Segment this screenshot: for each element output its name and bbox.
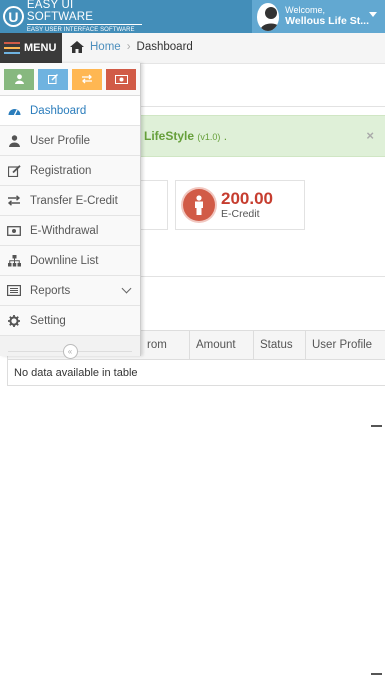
sidebar: Dashboard User Profile Registration Tran…: [0, 63, 141, 359]
money-icon: [114, 74, 128, 84]
sidebar-shortcuts: [0, 63, 140, 96]
page-header-divider: [140, 106, 385, 107]
logo-mark: U: [3, 6, 24, 27]
sidebar-item-label: Setting: [30, 314, 66, 327]
sidebar-item-label: User Profile: [30, 134, 91, 147]
column-header[interactable]: Amount: [189, 331, 253, 359]
alert-trail: .: [223, 129, 228, 143]
shortcut-exchange-button[interactable]: [72, 68, 102, 90]
sidebar-item-downline-list[interactable]: Downline List: [0, 246, 140, 276]
sidebar-item-user-profile[interactable]: User Profile: [0, 126, 140, 156]
sidebar-item-label: Downline List: [30, 254, 99, 267]
sidebar-item-label: E-Withdrawal: [30, 224, 99, 237]
stat-box-partial: [140, 180, 168, 230]
sidebar-item-label: Transfer E-Credit: [30, 194, 118, 207]
edit-icon: [48, 74, 58, 84]
shortcut-edit-button[interactable]: [38, 68, 68, 90]
welcome-alert: LifeStyle (v1.0) . ×: [140, 115, 385, 157]
sitemap-icon: [7, 254, 21, 267]
edit-icon: [7, 164, 21, 177]
e-credit-stat: 200.00 E-Credit: [175, 180, 305, 230]
scrollbar[interactable]: [371, 673, 382, 675]
sidebar-item-label: Registration: [30, 164, 92, 177]
sidebar-item-e-withdrawal[interactable]: E-Withdrawal: [0, 216, 140, 246]
menu-toggle-button[interactable]: MENU: [0, 33, 62, 63]
e-credit-label: E-Credit: [221, 207, 260, 220]
chevron-right-icon: ›: [126, 41, 131, 53]
section-divider: [140, 276, 385, 277]
dashboard-icon: [7, 105, 21, 116]
shortcut-user-button[interactable]: [4, 68, 34, 90]
hamburger-icon: [4, 39, 20, 57]
chevron-down-icon: [121, 283, 132, 294]
alert-version: (v1.0): [197, 132, 221, 142]
avatar: [257, 2, 280, 31]
column-header[interactable]: rom: [141, 331, 189, 359]
list-icon: [7, 285, 21, 296]
sidebar-collapse: «: [0, 336, 140, 366]
sidebar-item-label: Reports: [30, 284, 71, 297]
user-name: Wellous Life St...: [285, 14, 369, 27]
user-avatar-icon: [260, 6, 280, 31]
column-header[interactable]: Status: [253, 331, 305, 359]
user-menu[interactable]: Welcome, Wellous Life St...: [252, 0, 385, 33]
home-icon: [70, 41, 84, 53]
exchange-icon: [7, 195, 21, 206]
column-header[interactable]: User Profile: [305, 331, 385, 359]
user-icon: [7, 134, 21, 147]
breadcrumb-current: Dashboard: [136, 41, 193, 53]
scrollbar[interactable]: [371, 425, 382, 427]
sidebar-item-setting[interactable]: Setting: [0, 306, 140, 336]
top-navbar: U EASY UI SOFTWARE EASY USER INTERFACE S…: [0, 0, 385, 33]
breadcrumb-home-link[interactable]: Home: [90, 41, 121, 53]
breadcrumb: Home › Dashboard: [70, 41, 193, 53]
shortcut-money-button[interactable]: [106, 68, 136, 90]
sidebar-item-dashboard[interactable]: Dashboard: [0, 96, 140, 126]
sidebar-item-label: Dashboard: [30, 104, 87, 117]
alert-app-name: LifeStyle: [144, 129, 195, 143]
sidebar-item-registration[interactable]: Registration: [0, 156, 140, 186]
sidebar-item-transfer-e-credit[interactable]: Transfer E-Credit: [0, 186, 140, 216]
double-chevron-left-icon[interactable]: «: [62, 343, 78, 359]
gear-icon: [7, 314, 21, 327]
exchange-icon: [82, 74, 92, 84]
user-icon: [183, 189, 215, 221]
e-credit-value: 200.00: [221, 188, 273, 208]
close-icon[interactable]: ×: [366, 128, 374, 143]
logo-title: EASY UI SOFTWARE: [26, 0, 142, 25]
brand-logo[interactable]: U EASY UI SOFTWARE EASY USER INTERFACE S…: [0, 0, 142, 33]
menu-label: MENU: [24, 42, 57, 54]
sidebar-item-reports[interactable]: Reports: [0, 276, 140, 306]
caret-down-icon[interactable]: [369, 12, 377, 17]
user-icon: [14, 74, 24, 84]
money-icon: [7, 225, 21, 236]
